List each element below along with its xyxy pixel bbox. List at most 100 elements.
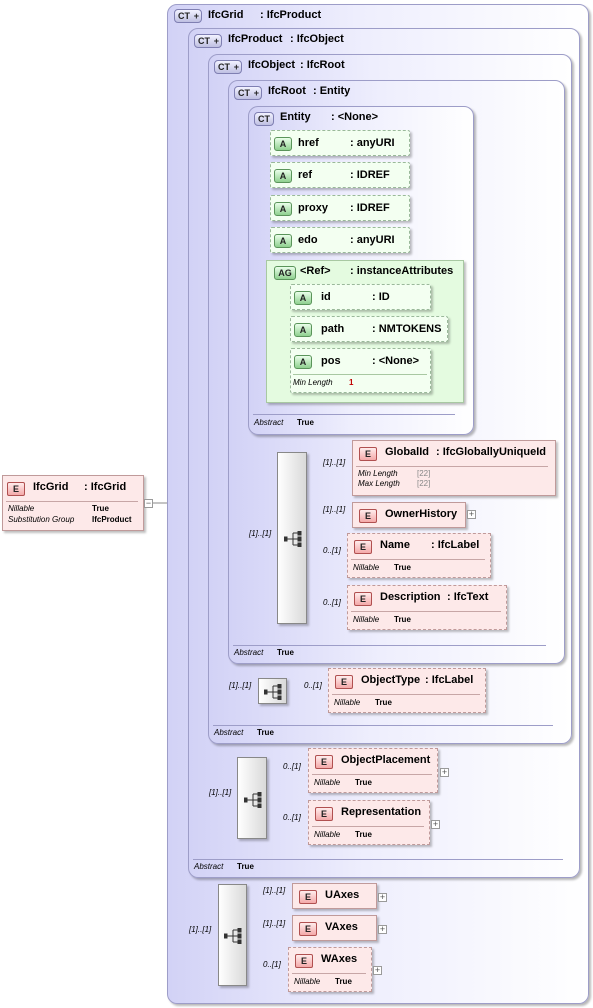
abstract-label: Abstract [194,862,224,871]
complex-type-title: IfcObject [248,59,296,71]
element-objecttype[interactable]: E ObjectType : IfcLabel Nillable True [328,668,486,713]
separator [213,725,553,726]
attribute-ref[interactable]: A ref : IDREF [270,162,410,188]
collapse-button[interactable]: − [144,499,153,508]
attribute-pos[interactable]: A pos : <None> Min Length 1 [290,348,431,393]
abstract-label: Abstract [254,418,284,427]
element-icon: E [335,675,353,689]
attribute-name: href [298,137,319,149]
element-type: : IfcGrid [84,481,127,493]
expand-button[interactable]: + [431,820,440,829]
complex-type-title: IfcProduct [228,33,283,45]
complex-type-badge-icon: CT + [174,9,202,23]
element-vaxes[interactable]: E VAxes [292,915,377,941]
element-cardinality: [1]..[1] [263,919,286,928]
element-type: : IfcGloballyUniqueId [436,446,547,458]
sequence-compositor[interactable] [277,452,307,624]
separator [293,374,427,375]
attribute-group-icon: AG [274,266,296,280]
root-element-ifcgrid[interactable]: E IfcGrid : IfcGrid Nillable True Substi… [2,475,144,531]
attribute-name: proxy [298,202,328,214]
element-name[interactable]: E Name : IfcLabel Nillable True [347,533,491,578]
complex-type-base: : Entity [313,85,351,97]
element-globalid[interactable]: E GlobalId : IfcGloballyUniqueId Min Len… [352,440,556,496]
complex-type-title: Entity [280,111,311,123]
element-icon: E [315,807,333,821]
separator [233,645,546,646]
sequence-icon [264,684,282,700]
element-name: OwnerHistory [385,508,458,520]
attribute-icon: A [274,234,292,248]
property-label: Nillable [314,830,341,839]
element-cardinality: 0..[1] [323,546,341,555]
element-icon: E [295,954,313,968]
property-value: True [355,830,372,839]
element-ownerhistory[interactable]: E OwnerHistory [352,502,466,528]
element-cardinality: 0..[1] [283,813,301,822]
separator [6,501,138,502]
element-objectplacement[interactable]: E ObjectPlacement Nillable True [308,748,438,793]
sequence-compositor[interactable] [237,757,267,839]
complex-type-badge-icon: CT + [194,34,222,48]
property-label: Nillable [294,977,321,986]
element-cardinality: 0..[1] [283,762,301,771]
element-type: : IfcText [447,591,489,603]
element-cardinality: [1]..[1] [263,886,286,895]
separator [356,466,548,467]
expand-button[interactable]: + [378,925,387,934]
element-icon: E [299,922,317,936]
separator [253,414,455,415]
property-value: True [92,504,109,513]
attribute-path[interactable]: A path : NMTOKENS [290,316,448,342]
abstract-label: Abstract [234,648,264,657]
separator [332,694,480,695]
expand-button[interactable]: + [373,966,382,975]
property-value: IfcProduct [92,515,132,524]
separator [351,559,485,560]
element-icon: E [359,509,377,523]
element-name: VAxes [325,921,358,933]
attribute-edo[interactable]: A edo : anyURI [270,227,410,253]
element-type: : IfcLabel [425,674,474,686]
element-name: Description [380,591,441,603]
sequence-cardinality: [1]..[1] [209,788,232,797]
element-icon: E [359,447,377,461]
attribute-group-name: <Ref> [300,265,331,277]
element-uaxes[interactable]: E UAxes [292,883,377,909]
sequence-icon [224,928,242,944]
expand-button[interactable]: + [440,768,449,777]
sequence-cardinality: [1]..[1] [229,681,252,690]
property-label: Max Length [358,479,400,488]
element-cardinality: 0..[1] [263,960,281,969]
attribute-icon: A [294,291,312,305]
element-representation[interactable]: E Representation Nillable True [308,800,430,845]
attribute-icon: A [294,323,312,337]
attribute-type: : anyURI [350,234,395,246]
property-value: [22] [417,479,431,488]
element-cardinality: 0..[1] [323,598,341,607]
element-description[interactable]: E Description : IfcText Nillable True [347,585,507,630]
complex-type-badge-icon: CT [254,112,274,126]
property-value: True [394,615,411,624]
sequence-compositor[interactable] [218,884,247,986]
attribute-type: : IDREF [350,202,390,214]
expand-button[interactable]: + [467,510,476,519]
attribute-name: id [321,291,331,303]
attribute-icon: A [274,169,292,183]
complex-type-base: : IfcRoot [300,59,345,71]
attribute-id[interactable]: A id : ID [290,284,431,310]
attribute-proxy[interactable]: A proxy : IDREF [270,195,410,221]
attribute-href[interactable]: A href : anyURI [270,130,410,156]
property-label: Nillable [334,698,361,707]
sequence-icon [244,792,262,808]
element-name: GlobalId [385,446,429,458]
complex-type-base: : IfcObject [290,33,344,45]
element-waxes[interactable]: E WAxes Nillable True [288,947,372,992]
property-value: True [394,563,411,572]
sequence-compositor[interactable] [258,678,287,704]
attribute-icon: A [274,202,292,216]
attribute-type: : IDREF [350,169,390,181]
expand-button[interactable]: + [378,893,387,902]
abstract-value: True [237,862,254,871]
property-label: Nillable [8,504,35,513]
